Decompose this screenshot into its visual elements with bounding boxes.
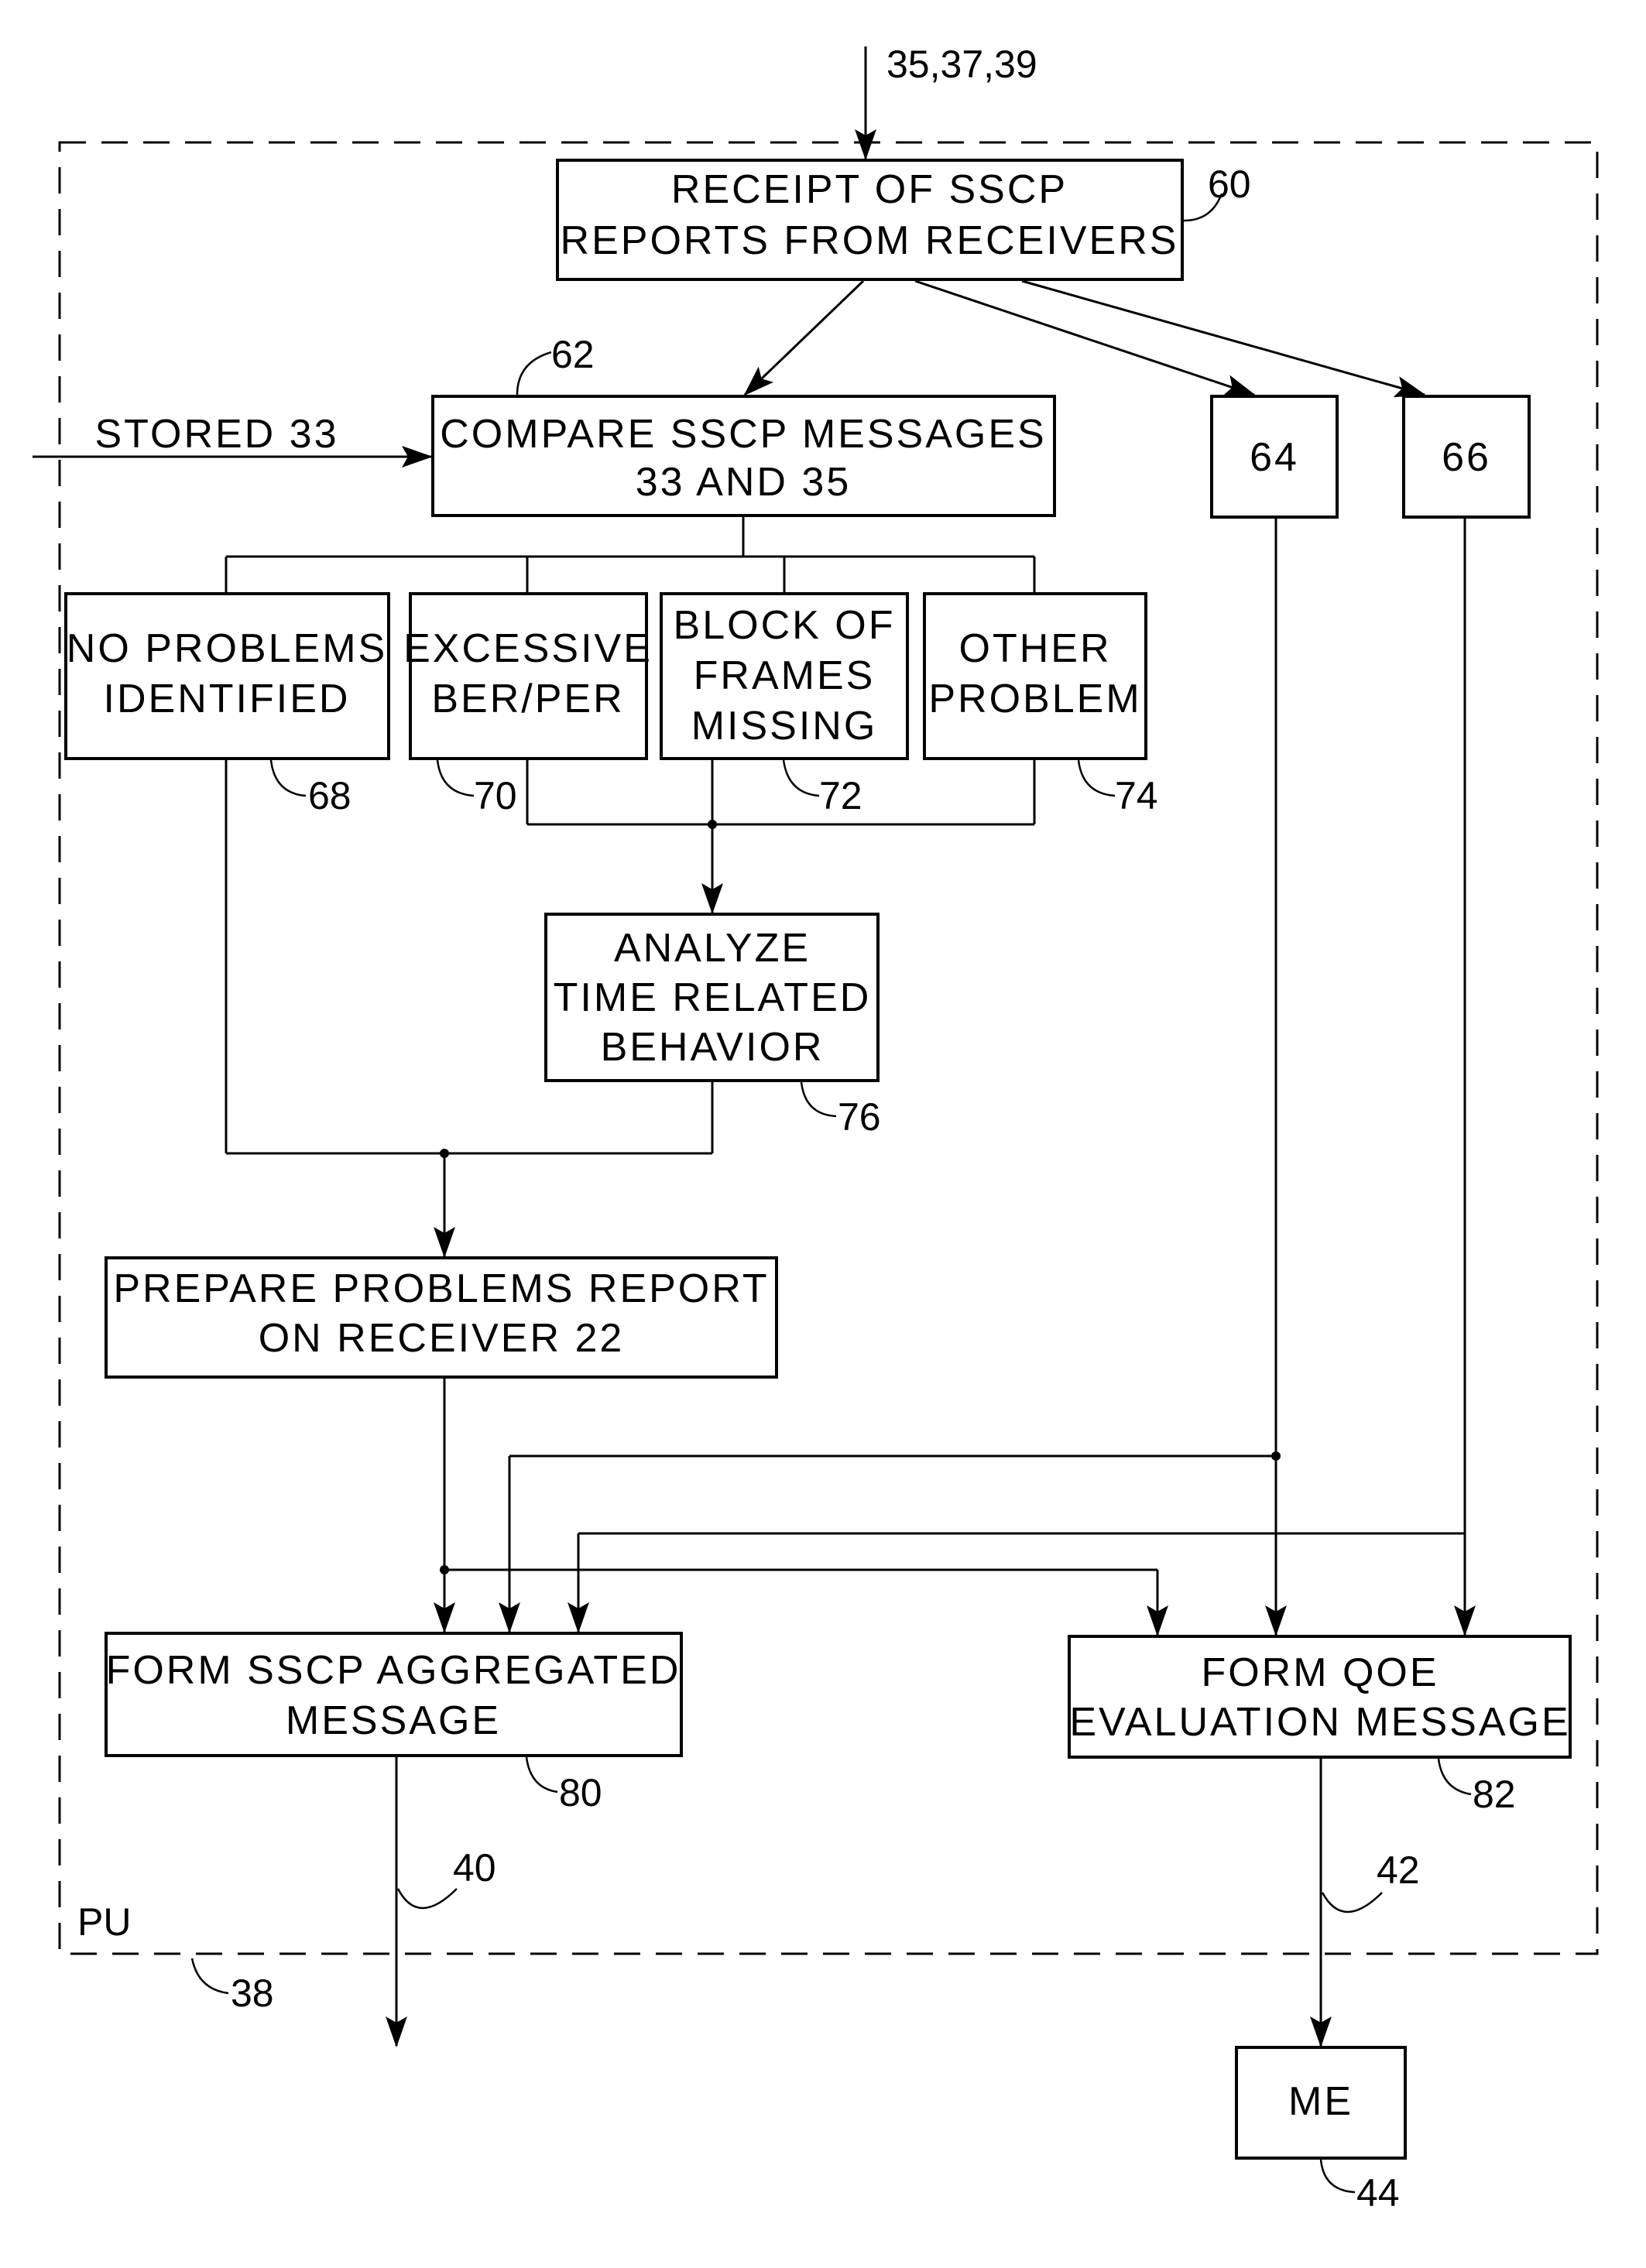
analyze-line-3: BEHAVIOR — [601, 1025, 825, 1070]
aggregated-ref: 80 — [559, 1771, 602, 1814]
receipt-line-2: REPORTS FROM RECEIVERS — [561, 218, 1179, 263]
output-40-ref: 40 — [453, 1846, 496, 1889]
unit-label: PU — [77, 1900, 131, 1944]
output-40-leader — [396, 1888, 458, 1910]
me-label: ME — [1288, 2079, 1353, 2124]
block-missing-ref: 72 — [819, 774, 862, 817]
receipt-ref: 60 — [1208, 163, 1251, 206]
excessive-ref: 70 — [474, 774, 517, 817]
prepare-line-1: PREPARE PROBLEMS REPORT — [113, 1266, 769, 1311]
input-label: 35,37,39 — [886, 43, 1037, 86]
aggregated-line-2: MESSAGE — [286, 1698, 501, 1743]
receipt-line-1: RECEIPT OF SSCP — [671, 167, 1068, 212]
qoe-ref-leader — [1437, 1758, 1472, 1796]
compare-ref: 62 — [551, 333, 595, 376]
block-missing-ref-leader — [782, 759, 820, 797]
unit-ref-leader — [190, 1958, 229, 1995]
output-42-leader — [1321, 1892, 1383, 1913]
compare-line-1: COMPARE SSCP MESSAGES — [440, 412, 1046, 457]
analyze-line-1: ANALYZE — [614, 926, 811, 971]
no-problems-ref-leader — [269, 759, 307, 797]
stored-label: STORED 33 — [94, 412, 338, 457]
compare-ref-leader — [516, 351, 552, 396]
excessive-box[interactable]: EXCESSIVE BER/PER — [403, 592, 653, 760]
qoe-line-2: EVALUATION MESSAGE — [1069, 1700, 1570, 1745]
excessive-line-1: EXCESSIVE — [403, 626, 653, 671]
block-missing-line-3: MISSING — [691, 704, 878, 749]
flowchart: PU 38 35,37,39 RECEIPT OF SSCP REPORTS F… — [33, 43, 1599, 2215]
box-64[interactable]: 64 — [1210, 395, 1339, 519]
other-problem-box[interactable]: OTHER PROBLEM — [923, 592, 1147, 760]
excessive-ref-leader — [436, 759, 475, 797]
aggregated-message-box[interactable]: FORM SSCP AGGREGATED MESSAGE — [105, 1632, 683, 1757]
box-64-label: 64 — [1250, 435, 1299, 480]
analyze-box[interactable]: ANALYZE TIME RELATED BEHAVIOR — [544, 913, 880, 1082]
aggregated-ref-leader — [525, 1756, 558, 1794]
excessive-line-2: BER/PER — [431, 677, 624, 721]
analyze-line-2: TIME RELATED — [554, 975, 872, 1020]
no-problems-line-2: IDENTIFIED — [104, 677, 351, 721]
no-problems-line-1: NO PROBLEMS — [67, 626, 387, 671]
me-box[interactable]: ME — [1235, 2046, 1407, 2160]
me-ref: 44 — [1356, 2171, 1400, 2215]
compare-line-2: 33 AND 35 — [636, 460, 852, 505]
analyze-ref: 76 — [838, 1095, 881, 1139]
no-problems-ref: 68 — [308, 774, 351, 817]
other-line-1: OTHER — [959, 626, 1112, 671]
box-66-label: 66 — [1442, 435, 1491, 480]
other-ref: 74 — [1115, 774, 1158, 817]
compare-box[interactable]: COMPARE SSCP MESSAGES 33 AND 35 — [431, 395, 1056, 517]
me-ref-leader — [1319, 2159, 1356, 2194]
other-ref-leader — [1077, 759, 1116, 797]
block-missing-box[interactable]: BLOCK OF FRAMES MISSING — [660, 592, 909, 760]
block-missing-line-1: BLOCK OF — [674, 603, 896, 648]
output-42-ref: 42 — [1377, 1848, 1420, 1892]
aggregated-line-1: FORM SSCP AGGREGATED — [106, 1648, 681, 1693]
prepare-report-box[interactable]: PREPARE PROBLEMS REPORT ON RECEIVER 22 — [105, 1256, 778, 1379]
receipt-box[interactable]: RECEIPT OF SSCP REPORTS FROM RECEIVERS — [556, 159, 1184, 281]
no-problems-box[interactable]: NO PROBLEMS IDENTIFIED — [64, 592, 390, 760]
qoe-message-box[interactable]: FORM QOE EVALUATION MESSAGE — [1068, 1635, 1572, 1759]
block-missing-line-2: FRAMES — [694, 653, 876, 698]
arrow-receipt-to-compare — [743, 279, 865, 396]
qoe-line-1: FORM QOE — [1201, 1650, 1439, 1695]
box-66[interactable]: 66 — [1402, 395, 1531, 519]
unit-ref: 38 — [231, 1972, 274, 2015]
qoe-ref: 82 — [1473, 1773, 1516, 1816]
prepare-line-2: ON RECEIVER 22 — [259, 1316, 625, 1361]
analyze-ref-leader — [800, 1081, 837, 1118]
other-line-2: PROBLEM — [928, 677, 1141, 721]
